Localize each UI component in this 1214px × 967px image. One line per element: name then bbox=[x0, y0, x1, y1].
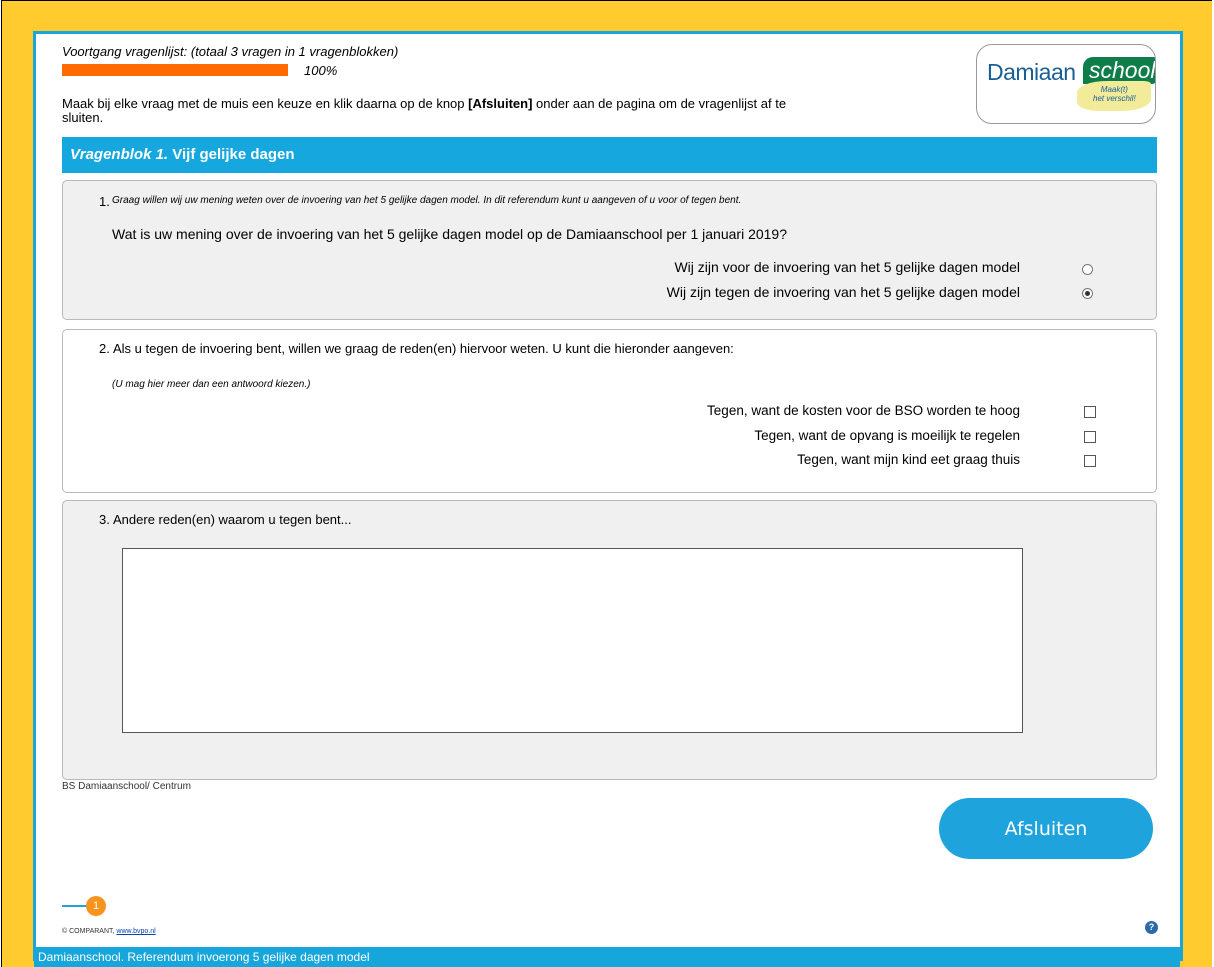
question-3-number: 3. bbox=[99, 512, 110, 527]
logo-tagline: Maak(t) het verschil! bbox=[1093, 85, 1136, 103]
question-2-option-3-checkbox[interactable] bbox=[1084, 455, 1096, 467]
question-2-option-1-label: Tegen, want de kosten voor de BSO worden… bbox=[707, 403, 1020, 418]
question-3-box: 3. Andere reden(en) waarom u tegen bent.… bbox=[62, 500, 1157, 780]
question-1-number: 1. bbox=[99, 194, 110, 209]
question-1-option-1-radio[interactable] bbox=[1082, 264, 1093, 275]
question-2-number: 2. bbox=[99, 341, 110, 356]
question-3-text: Andere reden(en) waarom u tegen bent... bbox=[113, 512, 352, 527]
instructions-before: Maak bij elke vraag met de muis een keuz… bbox=[62, 96, 469, 111]
afsluiten-button[interactable]: Afsluiten bbox=[939, 798, 1153, 859]
question-2-option-3-label: Tegen, want mijn kind eet graag thuis bbox=[797, 452, 1020, 467]
copyright: © COMPARANT, www.bvpo.nl bbox=[62, 928, 156, 935]
logo-tagline-line1: Maak(t) bbox=[1100, 85, 1128, 94]
question-1-note: Graag willen wij uw mening weten over de… bbox=[112, 195, 742, 206]
question-1-option-1-label: Wij zijn voor de invoering van het 5 gel… bbox=[674, 259, 1020, 275]
school-logo: Damiaan school Maak(t) het verschil! bbox=[976, 44, 1156, 124]
footer-bar: Damiaanschool. Referendum invoerong 5 ge… bbox=[34, 947, 1180, 967]
copyright-text: © COMPARANT, bbox=[62, 928, 117, 935]
question-2-option-2-label: Tegen, want de opvang is moeilijk te reg… bbox=[754, 428, 1020, 443]
help-icon[interactable]: ? bbox=[1145, 921, 1158, 934]
progress-bar bbox=[62, 64, 288, 76]
logo-word-damiaan: Damiaan bbox=[987, 59, 1076, 85]
block-title-prefix: Vragenblok 1. bbox=[70, 146, 169, 163]
progress-percent: 100% bbox=[304, 63, 338, 78]
question-2-text: Als u tegen de invoering bent, willen we… bbox=[113, 341, 734, 356]
pager-page-1[interactable]: 1 bbox=[86, 896, 106, 916]
question-1-option-2-radio[interactable] bbox=[1082, 288, 1093, 299]
logo-tagline-line2: het verschil! bbox=[1093, 94, 1136, 103]
question-2-note: (U mag hier meer dan een antwoord kiezen… bbox=[112, 379, 311, 390]
copyright-link[interactable]: www.bvpo.nl bbox=[116, 928, 155, 935]
pager-line bbox=[62, 905, 87, 907]
block-title: Vijf gelijke dagen bbox=[168, 146, 295, 163]
question-2-option-1-checkbox[interactable] bbox=[1084, 406, 1096, 418]
question-block-header: Vragenblok 1. Vijf gelijke dagen bbox=[62, 137, 1157, 173]
instructions-text: Maak bij elke vraag met de muis een keuz… bbox=[62, 97, 822, 125]
question-3-textarea[interactable] bbox=[122, 548, 1023, 733]
question-1-box: 1. Graag willen wij uw mening weten over… bbox=[62, 180, 1157, 320]
question-2-box: 2. Als u tegen de invoering bent, willen… bbox=[62, 329, 1157, 493]
question-2-option-2-checkbox[interactable] bbox=[1084, 431, 1096, 443]
instructions-button-ref: [Afsluiten] bbox=[468, 96, 533, 111]
progress-label: Voortgang vragenlijst: (totaal 3 vragen … bbox=[62, 44, 399, 59]
logo-word-school: school bbox=[1083, 57, 1155, 84]
question-1-option-2-label: Wij zijn tegen de invoering van het 5 ge… bbox=[666, 284, 1020, 300]
question-1-text: Wat is uw mening over de invoering van h… bbox=[112, 226, 788, 242]
school-location-label: BS Damiaanschool/ Centrum bbox=[62, 781, 191, 792]
